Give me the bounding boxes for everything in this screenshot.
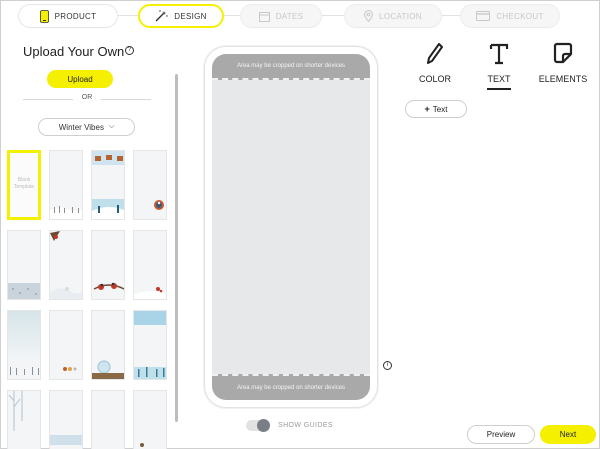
tool-label: COLOR — [418, 74, 451, 84]
plus-icon: + — [424, 104, 430, 114]
sticker-icon — [553, 42, 573, 66]
show-guides-label: SHOW GUIDES — [278, 421, 333, 429]
calendar-icon — [258, 11, 270, 22]
step-connector — [442, 15, 460, 16]
theme-selected-value: Winter Vibes — [58, 122, 104, 132]
template-grid: Blank Template — [7, 150, 171, 449]
step-connector — [322, 15, 344, 16]
blank-template[interactable]: Blank Template — [7, 150, 41, 220]
template-thumbnail[interactable] — [91, 390, 125, 449]
template-thumbnail[interactable] — [7, 230, 41, 300]
or-label: OR — [81, 94, 93, 101]
or-divider: OR — [23, 94, 151, 104]
step-label: LOCATION — [379, 11, 422, 21]
upload-button[interactable]: Upload — [47, 70, 113, 88]
step-label: DATES — [275, 11, 304, 21]
template-panel: Upload Your Own ? Upload OR Winter Vibes… — [0, 32, 182, 449]
text-t-icon — [489, 42, 509, 66]
template-thumbnail[interactable] — [49, 150, 83, 220]
upload-title: Upload Your Own — [23, 44, 125, 59]
credit-card-icon — [476, 11, 491, 21]
template-thumbnail[interactable] — [133, 230, 167, 300]
toggle-knob — [257, 418, 270, 432]
step-progress-bar: PRODUCT DESIGN DATES LOCATION CHECKOUT — [0, 0, 600, 32]
step-label: DESIGN — [174, 11, 207, 21]
info-icon[interactable]: i — [383, 361, 392, 370]
add-text-label: Text — [432, 104, 448, 114]
step-checkout: CHECKOUT — [460, 4, 560, 28]
step-connector — [118, 15, 140, 16]
chevron-down-icon: ⌵ — [108, 123, 115, 130]
template-thumbnail[interactable] — [91, 230, 125, 300]
next-button[interactable]: Next — [540, 425, 596, 444]
add-text-button[interactable]: + Text — [405, 100, 467, 118]
tool-label: TEXT — [487, 74, 511, 84]
template-thumbnail[interactable] — [49, 310, 83, 380]
blank-template-label: Blank Template — [13, 177, 35, 190]
template-thumbnail[interactable] — [133, 150, 167, 220]
location-pin-icon — [364, 10, 374, 22]
preview-button[interactable]: Preview — [467, 425, 535, 444]
tool-elements[interactable]: ELEMENTS — [533, 42, 593, 92]
crop-warning-bottom: Area may be cropped on shorter devices — [212, 374, 370, 400]
filter-canvas[interactable]: Area may be cropped on shorter devices A… — [212, 54, 370, 400]
template-thumbnail[interactable] — [7, 310, 41, 380]
template-scrollbar[interactable] — [175, 74, 178, 422]
step-label: CHECKOUT — [496, 11, 544, 21]
tool-label: ELEMENTS — [538, 74, 588, 84]
toggle-switch[interactable] — [246, 418, 270, 432]
tool-color[interactable]: COLOR — [405, 42, 465, 92]
theme-dropdown[interactable]: Winter Vibes ⌵ — [38, 118, 135, 136]
pen-icon — [425, 42, 445, 66]
template-thumbnail[interactable] — [91, 150, 125, 220]
phone-icon — [39, 9, 49, 23]
template-thumbnail[interactable] — [133, 310, 167, 380]
step-label: PRODUCT — [54, 11, 97, 21]
template-thumbnail[interactable] — [49, 230, 83, 300]
help-icon[interactable]: ? — [125, 46, 134, 55]
template-thumbnail[interactable] — [91, 310, 125, 380]
phone-preview: Area may be cropped on shorter devices A… — [204, 46, 378, 408]
template-thumbnail[interactable] — [7, 390, 41, 449]
template-thumbnail[interactable] — [49, 390, 83, 449]
template-thumbnail[interactable] — [133, 390, 167, 449]
step-connector — [222, 15, 240, 16]
step-product[interactable]: PRODUCT — [18, 4, 118, 28]
active-tool-underline — [487, 88, 511, 90]
tool-text[interactable]: TEXT — [469, 42, 529, 92]
step-location: LOCATION — [344, 4, 442, 28]
step-design[interactable]: DESIGN — [138, 4, 224, 28]
step-dates: DATES — [240, 4, 322, 28]
magic-wand-icon — [155, 10, 168, 22]
crop-warning-top: Area may be cropped on shorter devices — [212, 54, 370, 80]
show-guides-toggle[interactable]: SHOW GUIDES — [246, 418, 333, 432]
